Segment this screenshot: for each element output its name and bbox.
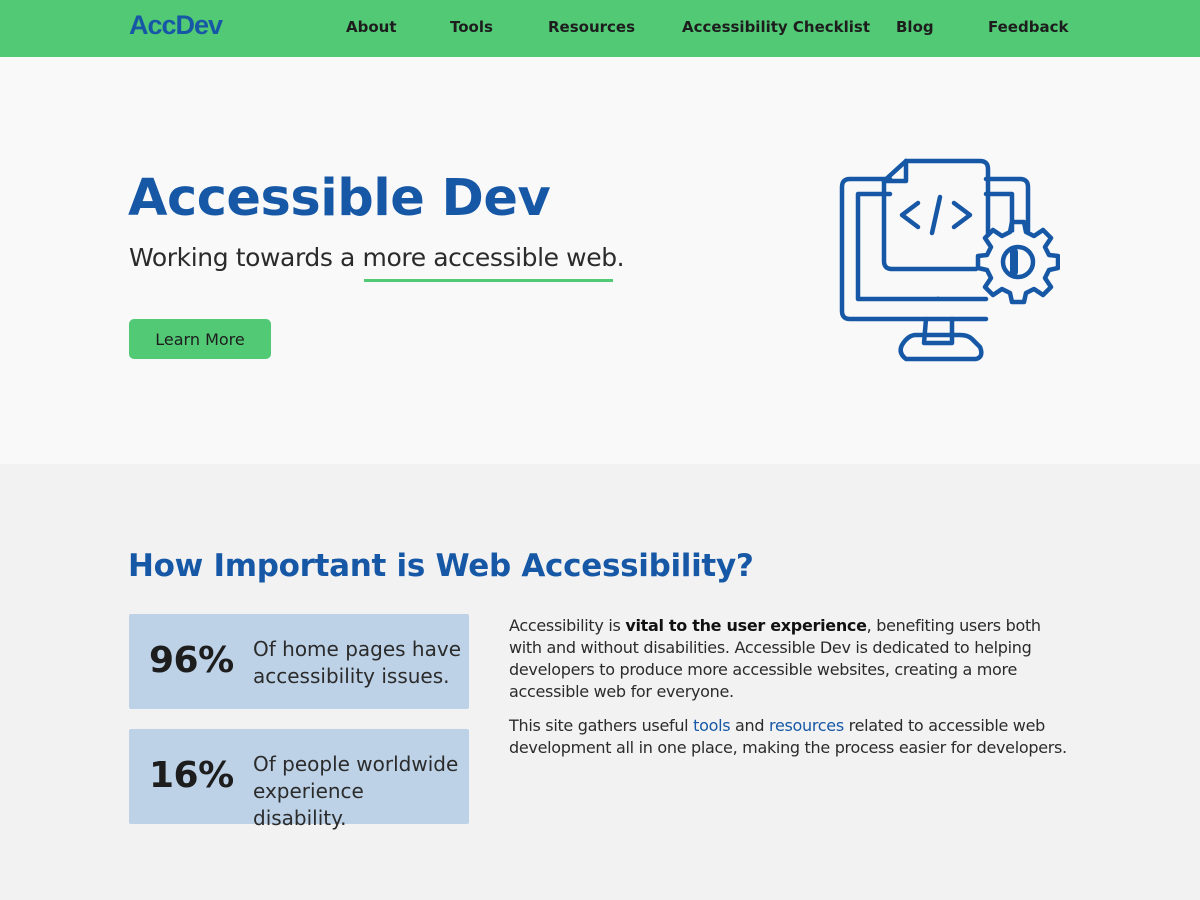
nav-link-about[interactable]: About (346, 18, 397, 36)
hero-title: Accessible Dev (128, 169, 551, 228)
learn-more-button[interactable]: Learn More (129, 319, 271, 359)
stat-description: Of people worldwide experience disabilit… (253, 752, 459, 830)
stat-number: 96% (149, 640, 234, 681)
stat-number: 16% (149, 755, 234, 796)
hero-section: Accessible Dev Working towards a more ac… (0, 57, 1200, 464)
hero-subtitle-end: . (616, 243, 625, 272)
intro-paragraph: Accessibility is vital to the user exper… (509, 615, 1069, 703)
para-text: This site gathers useful (509, 716, 694, 735)
stat-card-home-pages: 96% Of home pages have accessibility iss… (129, 614, 469, 709)
nav-link-accessibility-checklist[interactable]: Accessibility Checklist (682, 18, 870, 36)
top-navbar: AccDev About Tools Resources Accessibili… (0, 0, 1200, 57)
hero-subtitle: Working towards a more accessible web. (129, 243, 625, 272)
section-title: How Important is Web Accessibility? (128, 548, 754, 584)
nav-link-feedback[interactable]: Feedback (988, 18, 1068, 36)
para-text: Accessibility is (509, 616, 626, 635)
para-text: and (730, 716, 770, 735)
stat-description: Of home pages have accessibility issues. (253, 637, 461, 688)
para-bold-text: vital to the user experience (625, 616, 867, 635)
site-logo[interactable]: AccDev (129, 10, 223, 41)
nav-link-blog[interactable]: Blog (896, 18, 934, 36)
tools-paragraph: This site gathers useful tools and resou… (509, 715, 1069, 759)
hero-subtitle-highlight: more accessible web (362, 243, 618, 272)
tools-link[interactable]: tools (693, 716, 730, 735)
resources-link[interactable]: resources (769, 716, 844, 735)
hero-highlight-underline (364, 279, 613, 282)
monitor-code-gear-icon (839, 158, 1060, 362)
stat-card-disability: 16% Of people worldwide experience disab… (129, 729, 469, 830)
nav-link-tools[interactable]: Tools (450, 18, 493, 36)
nav-link-resources[interactable]: Resources (548, 18, 635, 36)
hero-subtitle-start: Working towards a (129, 243, 363, 272)
